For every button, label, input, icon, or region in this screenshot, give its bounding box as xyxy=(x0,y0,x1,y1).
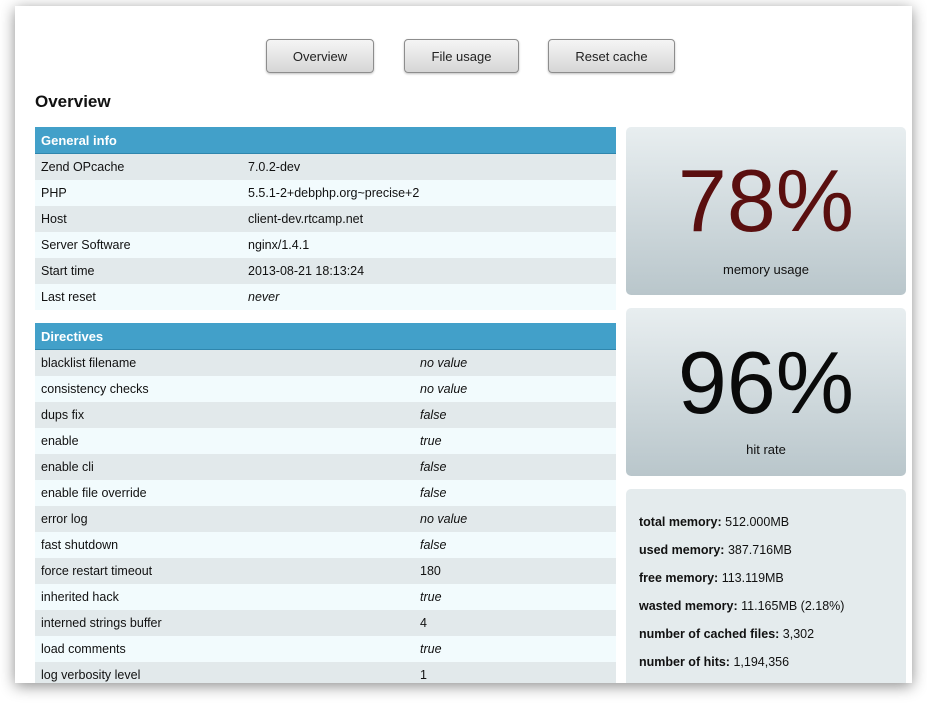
table-row: inherited hack true xyxy=(35,584,616,610)
stat-total-memory: total memory: 512.000MB xyxy=(639,515,789,529)
directive-value: no value xyxy=(414,506,616,532)
directive-value: no value xyxy=(414,376,616,402)
table-row: enable true xyxy=(35,428,616,454)
info-value: never xyxy=(242,284,616,310)
stat-value: 512.000MB xyxy=(725,515,790,529)
directive-value: true xyxy=(414,584,616,610)
table-row: Server Software nginx/1.4.1 xyxy=(35,232,616,258)
directive-key: blacklist filename xyxy=(35,349,414,376)
stat-value: 113.119MB xyxy=(721,571,784,585)
directive-value: 1 xyxy=(414,662,616,683)
directive-value: false xyxy=(414,532,616,558)
directive-value: no value xyxy=(414,349,616,376)
opcache-status-window: Overview File usage Reset cache Overview… xyxy=(15,6,912,683)
table-row: Last reset never xyxy=(35,284,616,310)
directive-key: dups fix xyxy=(35,402,414,428)
info-value: 2013-08-21 18:13:24 xyxy=(242,258,616,284)
memory-usage-value: 78% xyxy=(677,151,855,250)
directive-key: enable xyxy=(35,428,414,454)
directive-key: fast shutdown xyxy=(35,532,414,558)
table-row: force restart timeout 180 xyxy=(35,558,616,584)
table-row: enable cli false xyxy=(35,454,616,480)
table-row: log verbosity level 1 xyxy=(35,662,616,683)
directive-value: 4 xyxy=(414,610,616,636)
directive-key: enable file override xyxy=(35,480,414,506)
table-row: Start time 2013-08-21 18:13:24 xyxy=(35,258,616,284)
general-info-table: General info Zend OPcache 7.0.2-dev PHP 5.… xyxy=(35,127,616,310)
directive-value: false xyxy=(414,480,616,506)
stat-cached-files: number of cached files: 3,302 xyxy=(639,627,814,641)
table-row: load comments true xyxy=(35,636,616,662)
info-key: Start time xyxy=(35,258,242,284)
table-row: dups fix false xyxy=(35,402,616,428)
directive-value: true xyxy=(414,428,616,454)
hit-rate-value: 96% xyxy=(677,333,855,432)
directive-key: inherited hack xyxy=(35,584,414,610)
stat-value: 387.716MB xyxy=(727,543,792,557)
hit-rate-panel: 96% hit rate xyxy=(626,308,906,476)
directive-key: interned strings buffer xyxy=(35,610,414,636)
memory-stats-panel: total memory: 512.000MB used memory: 387… xyxy=(626,489,906,683)
memory-usage-label: memory usage xyxy=(723,262,809,277)
info-value: 5.5.1-2+debphp.org~precise+2 xyxy=(242,180,616,206)
stat-value: 11.165MB (2.18%) xyxy=(741,599,845,613)
directive-key: load comments xyxy=(35,636,414,662)
directive-value: false xyxy=(414,454,616,480)
hit-rate-label: hit rate xyxy=(746,442,786,457)
stat-label: wasted memory: xyxy=(639,599,738,613)
table-row: error log no value xyxy=(35,506,616,532)
info-key: Last reset xyxy=(35,284,242,310)
table-row: Host client-dev.rtcamp.net xyxy=(35,206,616,232)
directive-key: force restart timeout xyxy=(35,558,414,584)
table-row: blacklist filename no value xyxy=(35,349,616,376)
stat-label: free memory: xyxy=(639,571,719,585)
directive-value: false xyxy=(414,402,616,428)
page-title: Overview xyxy=(35,92,111,111)
stat-label: number of cached files: xyxy=(639,627,780,641)
info-value: client-dev.rtcamp.net xyxy=(242,206,616,232)
stat-label: number of hits: xyxy=(639,655,730,669)
directive-value: 180 xyxy=(414,558,616,584)
stat-label: used memory: xyxy=(639,543,725,557)
table-row: PHP 5.5.1-2+debphp.org~precise+2 xyxy=(35,180,616,206)
stat-wasted-memory: wasted memory: 11.165MB (2.18%) xyxy=(639,599,844,613)
table-row: Zend OPcache 7.0.2-dev xyxy=(35,153,616,180)
directive-key: consistency checks xyxy=(35,376,414,402)
info-value: nginx/1.4.1 xyxy=(242,232,616,258)
info-value: 7.0.2-dev xyxy=(242,153,616,180)
directive-key: log verbosity level xyxy=(35,662,414,683)
info-key: Zend OPcache xyxy=(35,153,242,180)
stat-value: 3,302 xyxy=(782,627,815,641)
directives-table: Directives blacklist filename no value co… xyxy=(35,323,616,683)
info-key: Server Software xyxy=(35,232,242,258)
table-row: fast shutdown false xyxy=(35,532,616,558)
stat-used-memory: used memory: 387.716MB xyxy=(639,543,792,557)
reset-cache-button[interactable]: Reset cache xyxy=(548,39,675,73)
stat-hits: number of hits: 1,194,356 xyxy=(639,655,789,669)
overview-button[interactable]: Overview xyxy=(266,39,374,73)
directive-key: error log xyxy=(35,506,414,532)
stat-label: total memory: xyxy=(639,515,722,529)
directive-key: enable cli xyxy=(35,454,414,480)
stat-free-memory: free memory: 113.119MB xyxy=(639,571,784,585)
directive-value: true xyxy=(414,636,616,662)
info-key: Host xyxy=(35,206,242,232)
memory-usage-panel: 78% memory usage xyxy=(626,127,906,295)
table-row: consistency checks no value xyxy=(35,376,616,402)
table-row: interned strings buffer 4 xyxy=(35,610,616,636)
file-usage-button[interactable]: File usage xyxy=(404,39,519,73)
directives-header: Directives xyxy=(35,323,616,350)
info-key: PHP xyxy=(35,180,242,206)
table-row: enable file override false xyxy=(35,480,616,506)
stat-value: 1,194,356 xyxy=(733,655,790,669)
general-info-header: General info xyxy=(35,127,616,154)
